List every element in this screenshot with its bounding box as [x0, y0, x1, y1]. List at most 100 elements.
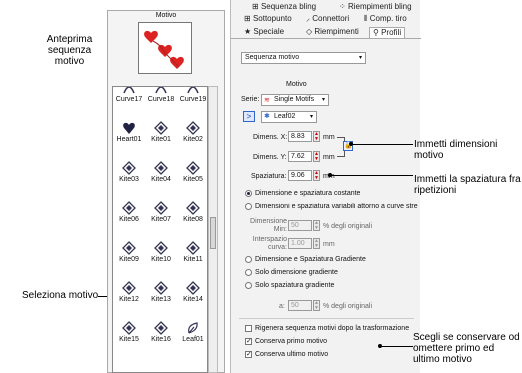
tab-label: Profili — [381, 28, 402, 37]
radio-gradient[interactable] — [245, 256, 252, 263]
tab-speciale[interactable]: ★ Speciale — [241, 27, 287, 38]
tab-riempimenti-bling[interactable]: ⁘ Riempimenti bling — [336, 2, 415, 13]
keep-first-label: Conserva primo motivo — [255, 338, 327, 345]
series-label: Serie: — [241, 96, 260, 103]
curve-spacing-spinner[interactable]: ▲ ▼ — [313, 238, 320, 249]
motif-list-item[interactable]: Curve17 — [113, 87, 145, 107]
kite-motif-icon — [122, 321, 136, 335]
radio-constant-label: Dimensione e spaziatura costante — [255, 190, 361, 197]
next-motif-button[interactable]: > — [243, 111, 255, 122]
tab-comp-tiro[interactable]: ⦀ Comp. tiro — [361, 14, 410, 25]
motif-item-label: Kite12 — [119, 296, 139, 303]
min-size-input[interactable]: 50 — [288, 220, 312, 231]
motif-item-label: Kite04 — [151, 176, 171, 183]
motif-item-label: Kite11 — [183, 256, 203, 263]
motif-item-label: Kite01 — [151, 136, 171, 143]
kite-motif-icon — [154, 241, 168, 255]
motif-list-item[interactable]: Kite14 — [177, 279, 207, 307]
tab-label: Comp. tiro — [369, 14, 407, 23]
motif-list-item[interactable]: Kite15 — [113, 319, 145, 347]
series-select[interactable]: ≋ Single Motifs ▾ — [261, 94, 329, 106]
keep-last-checkbox[interactable]: ✓ — [245, 351, 252, 358]
scrollbar-thumb[interactable] — [210, 217, 216, 249]
motif-sequence-preview — [138, 22, 192, 74]
motif-item-label: Kite09 — [119, 256, 139, 263]
select-value: Leaf02 — [274, 113, 296, 120]
tab-label: Connettori — [312, 14, 350, 23]
unit-label: mm — [323, 154, 335, 161]
spacing-input[interactable]: 9.06 — [288, 170, 312, 181]
motif-list-scrollbar[interactable] — [208, 86, 218, 373]
motif-list-item[interactable]: Kite03 — [113, 159, 145, 187]
motif-list-item[interactable]: Heart01 — [113, 119, 145, 147]
keep-first-checkbox[interactable]: ✓ — [245, 338, 252, 345]
motif-select[interactable]: ✱ Leaf02 ▾ — [261, 111, 317, 123]
motif-list-item[interactable]: Kite01 — [145, 119, 177, 147]
regen-checkbox[interactable] — [245, 325, 252, 332]
select-annotation: Seleziona motivo — [22, 290, 99, 301]
tab-label: Speciale — [253, 27, 285, 36]
tab-riempimenti[interactable]: ◇ Riempimenti — [303, 27, 362, 38]
dim-x-input[interactable]: 8.83 — [288, 131, 312, 142]
motif-item-label: Kite07 — [151, 216, 171, 223]
kite-motif-icon — [186, 161, 200, 175]
motif-list-item[interactable]: Kite02 — [177, 119, 207, 147]
dim-y-spinner[interactable]: ▲ ▼ — [313, 151, 320, 162]
radio-constant[interactable] — [245, 190, 252, 197]
radio-size-gradient[interactable] — [245, 269, 252, 276]
motif-item-label: Kite10 — [151, 256, 171, 263]
motif-list[interactable]: Curve17 Curve18 Curve19 Heart01 Kite01 Kite02… — [112, 86, 208, 373]
kite-motif-icon — [122, 201, 136, 215]
kite-motif-icon — [154, 121, 168, 135]
tab-label: Riempimenti bling — [347, 2, 412, 11]
motif-item-label: Kite13 — [151, 296, 171, 303]
motif-item-label: Leaf01 — [182, 336, 204, 343]
radio-variable[interactable] — [245, 203, 252, 210]
motif-item-label: Kite05 — [183, 176, 203, 183]
curve-motif-icon — [122, 87, 136, 95]
motif-item-label: Kite02 — [183, 136, 203, 143]
heart-motif-icon — [122, 121, 136, 135]
motif-item-label: Kite16 — [151, 336, 171, 343]
radio-spacing-gradient[interactable] — [245, 282, 252, 289]
tab-sequenza-bling[interactable]: ⊞ Sequenza bling — [249, 2, 319, 13]
spacing-annotation: Immetti la spaziatura fra ripetizioni — [414, 174, 521, 196]
dim-x-spinner[interactable]: ▲ ▼ — [313, 131, 320, 142]
motif-item-label: Heart01 — [116, 136, 142, 143]
motif-list-item[interactable]: Kite04 — [145, 159, 177, 187]
profile-type-select[interactable]: Sequenza motivo ▾ — [241, 52, 366, 64]
motif-list-item[interactable]: Curve18 — [145, 87, 177, 107]
motif-list-item[interactable]: Kite13 — [145, 279, 177, 307]
motif-list-item[interactable]: Leaf01 — [177, 319, 207, 347]
dim-x-label: Dimens. X: — [253, 134, 288, 141]
motif-list-item[interactable]: Kite11 — [177, 239, 207, 267]
motif-list-item[interactable]: Kite08 — [177, 199, 207, 227]
tab-profili[interactable]: ⚲ Profili — [369, 27, 406, 38]
radio-gradient-label: Dimensione e Spaziatura Gradiente — [255, 256, 366, 263]
curve-spacing-label: Interspazio curva: — [252, 236, 287, 251]
min-size-spinner[interactable]: ▲ ▼ — [313, 220, 320, 231]
motif-list-item[interactable]: Kite10 — [145, 239, 177, 267]
radio-spacing-gradient-label: Solo spaziatura gradiente — [255, 282, 335, 289]
dim-y-input[interactable]: 7.62 — [288, 151, 312, 162]
a-input[interactable]: 50 — [288, 300, 312, 311]
leaf-motif-icon — [186, 321, 200, 335]
motif-list-item[interactable]: Kite07 — [145, 199, 177, 227]
a-spinner[interactable]: ▲ ▼ — [313, 300, 320, 311]
spacing-spinner[interactable]: ▲ ▼ — [313, 170, 320, 181]
curve-motif-icon — [186, 87, 200, 95]
tab-sottopunto[interactable]: ⊞ Sottopunto — [241, 14, 295, 25]
tab-connettori[interactable]: ⸝ Connettori — [303, 14, 352, 25]
motif-list-item[interactable]: Kite05 — [177, 159, 207, 187]
motif-list-item[interactable]: Kite12 — [113, 279, 145, 307]
kite-motif-icon — [186, 281, 200, 295]
motif-list-item[interactable]: Kite16 — [145, 319, 177, 347]
tab-label: Sequenza bling — [260, 2, 317, 11]
motif-list-item[interactable]: Kite09 — [113, 239, 145, 267]
keep-last-label: Conserva ultimo motivo — [255, 351, 329, 358]
kite-motif-icon — [186, 121, 200, 135]
motif-list-item[interactable]: Kite06 — [113, 199, 145, 227]
motif-list-item[interactable]: Curve19 — [177, 87, 207, 107]
motif-item-label: Kite06 — [119, 216, 139, 223]
curve-spacing-input[interactable]: 1.00 — [288, 238, 312, 249]
